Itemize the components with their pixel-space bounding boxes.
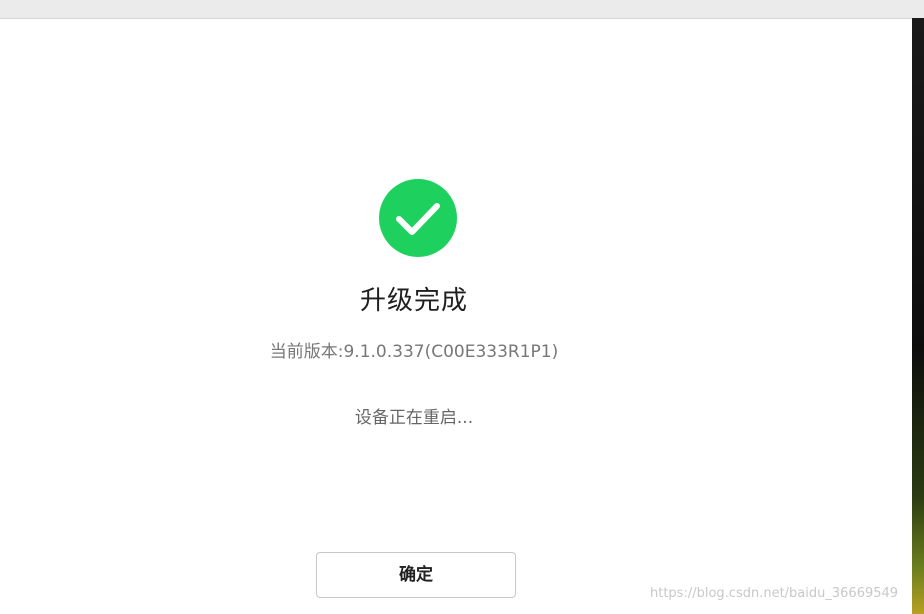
background-strip <box>912 18 924 614</box>
screen: 升级完成 当前版本:9.1.0.337(C00E333R1P1) 设备正在重启.… <box>0 0 924 614</box>
dialog-title: 升级完成 <box>359 286 468 316</box>
window-top-bar <box>0 0 924 19</box>
watermark: https://blog.csdn.net/baidu_36669549 <box>650 586 899 601</box>
check-circle-icon-bg <box>379 179 457 257</box>
confirm-button[interactable]: 确定 <box>316 552 516 598</box>
check-circle-icon <box>379 179 457 257</box>
restart-status-text: 设备正在重启... <box>354 408 474 428</box>
current-version-text: 当前版本:9.1.0.337(C00E333R1P1) <box>269 342 559 362</box>
